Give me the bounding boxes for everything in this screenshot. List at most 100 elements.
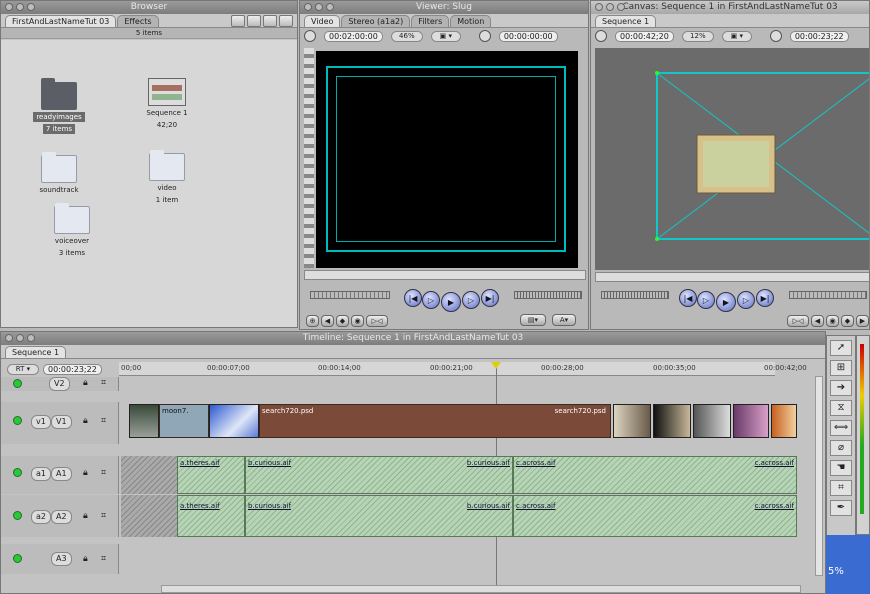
timeline-vertical-scrollbar[interactable] bbox=[815, 376, 823, 576]
canvas-play-button[interactable]: ▶ bbox=[716, 292, 736, 312]
mark-clip-button[interactable]: ◆ bbox=[336, 315, 349, 327]
viewer-timecode[interactable]: 00:00:00:00 bbox=[498, 30, 558, 42]
viewer-jog[interactable] bbox=[514, 291, 582, 299]
window-controls[interactable] bbox=[304, 3, 334, 11]
track-visibility-icon[interactable] bbox=[13, 416, 22, 425]
viewer-scrubber[interactable] bbox=[304, 270, 586, 280]
play-button[interactable]: ▶ bbox=[441, 292, 461, 312]
canvas-next-edit-button[interactable]: ▶| bbox=[756, 289, 774, 307]
rt-popup[interactable]: RT ▾ bbox=[7, 363, 39, 375]
window-controls[interactable] bbox=[5, 334, 35, 342]
viewer-view-popup[interactable]: ▣ ▾ bbox=[430, 30, 461, 42]
close-button[interactable] bbox=[595, 3, 603, 11]
canvas-scrubber[interactable] bbox=[595, 272, 869, 282]
timeline-ruler[interactable]: 00;00 00:00:07;00 00:00:14;00 00:00:21;0… bbox=[119, 362, 807, 376]
edit-select-tool-icon[interactable]: ⊞ bbox=[830, 360, 852, 376]
bin-voiceover[interactable]: voiceover 3 items bbox=[39, 203, 105, 258]
generator-button[interactable]: A▾ bbox=[552, 314, 576, 326]
zoom-button[interactable] bbox=[326, 3, 334, 11]
lock-icon[interactable]: 🔒︎ bbox=[83, 468, 88, 478]
canvas-play-around-button[interactable]: ▷ bbox=[737, 291, 755, 309]
close-button[interactable] bbox=[304, 3, 312, 11]
tab-effects[interactable]: Effects bbox=[117, 15, 159, 27]
pen-tool-icon[interactable]: ✒ bbox=[830, 500, 852, 516]
lock-icon[interactable]: 🔒︎ bbox=[83, 416, 88, 426]
tab-motion[interactable]: Motion bbox=[450, 15, 492, 27]
track-visibility-icon[interactable] bbox=[13, 379, 22, 388]
lock-icon[interactable]: 🔒︎ bbox=[83, 511, 88, 521]
match-frame-button[interactable]: ▷◁ bbox=[366, 315, 388, 327]
canvas-zoom-popup[interactable]: 12% bbox=[681, 30, 714, 42]
browser-titlebar[interactable]: Browser bbox=[1, 1, 297, 14]
lock-icon[interactable]: 🔒︎ bbox=[83, 554, 88, 564]
timeline-horizontal-scrollbar[interactable] bbox=[161, 585, 801, 593]
audio-clip-a1-across[interactable]: c.across.aif c.across.aif bbox=[513, 456, 797, 494]
tab-project[interactable]: FirstAndLastNameTut 03 bbox=[5, 15, 117, 27]
dest-track-a3[interactable]: A3 bbox=[51, 552, 72, 566]
link-icon[interactable]: ⌗ bbox=[101, 468, 106, 478]
zoom-button[interactable] bbox=[27, 3, 35, 11]
canvas-prev-edit-button[interactable]: |◀ bbox=[679, 289, 697, 307]
canvas-mark-in-button[interactable]: ◀ bbox=[811, 315, 824, 327]
clip-thumbnail[interactable] bbox=[129, 404, 159, 438]
canvas-wireframe[interactable] bbox=[595, 48, 870, 270]
playhead-marker-icon[interactable] bbox=[491, 362, 501, 369]
mark-in-button[interactable]: ◀ bbox=[321, 315, 334, 327]
zoom-button[interactable] bbox=[617, 3, 625, 11]
clip-thumbnail[interactable] bbox=[693, 404, 731, 438]
audio-clip-a1-theres[interactable]: a.theres.aif bbox=[177, 456, 245, 494]
roll-tool-icon[interactable]: ⧖ bbox=[830, 400, 852, 416]
source-track-a2[interactable]: a2 bbox=[31, 510, 51, 524]
crop-tool-icon[interactable]: ⌗ bbox=[830, 480, 852, 496]
hand-tool-icon[interactable]: ☚ bbox=[830, 460, 852, 476]
prev-edit-button[interactable]: |◀ bbox=[404, 289, 422, 307]
play-around-button[interactable]: ▷ bbox=[462, 291, 480, 309]
clip-thumbnail[interactable] bbox=[613, 404, 651, 438]
link-icon[interactable]: ⌗ bbox=[101, 511, 106, 521]
slip-tool-icon[interactable]: ⟺ bbox=[830, 420, 852, 436]
view-columns-button[interactable] bbox=[279, 15, 293, 27]
clip-thumbnail[interactable] bbox=[653, 404, 691, 438]
sequence-1-item[interactable]: Sequence 1 42;20 bbox=[134, 78, 200, 130]
canvas-timecode[interactable]: 00:00:23;22 bbox=[789, 30, 849, 42]
view-list-button[interactable] bbox=[247, 15, 261, 27]
canvas-play-in-out-button[interactable]: ▷ bbox=[697, 291, 715, 309]
viewer-duration[interactable]: 00:02:00:00 bbox=[324, 30, 383, 42]
dest-track-a2[interactable]: A2 bbox=[51, 510, 72, 524]
minimize-button[interactable] bbox=[16, 3, 24, 11]
bin-video[interactable]: video 1 item bbox=[134, 150, 200, 205]
audio-clip-a2-across[interactable]: c.across.aif c.across.aif bbox=[513, 495, 797, 537]
marker-button[interactable]: ◉ bbox=[351, 315, 364, 327]
viewer-zoom-popup[interactable]: 46% bbox=[390, 30, 423, 42]
recent-clips-button[interactable]: ▤▾ bbox=[520, 314, 546, 326]
view-large-button[interactable] bbox=[263, 15, 277, 27]
source-track-v1[interactable]: v1 bbox=[31, 415, 51, 429]
link-icon[interactable]: ⌗ bbox=[101, 416, 106, 426]
minimize-button[interactable] bbox=[606, 3, 614, 11]
tab-sequence-1[interactable]: Sequence 1 bbox=[595, 15, 657, 27]
source-track-a1[interactable]: a1 bbox=[31, 467, 51, 481]
window-controls[interactable] bbox=[595, 3, 625, 11]
tab-stereo[interactable]: Stereo (a1a2) bbox=[341, 15, 411, 27]
link-icon[interactable]: ⌗ bbox=[101, 378, 106, 388]
video-clip-moon[interactable]: moon7. bbox=[159, 404, 209, 438]
view-icons-button[interactable] bbox=[231, 15, 245, 27]
viewer-shuttle[interactable] bbox=[310, 291, 390, 299]
tab-sequence-1[interactable]: Sequence 1 bbox=[5, 346, 67, 358]
canvas-duration[interactable]: 00:00:42;20 bbox=[615, 30, 674, 42]
insert-button[interactable]: ⊕ bbox=[306, 315, 319, 327]
canvas-titlebar[interactable]: Canvas: Sequence 1 in FirstAndLastNameTu… bbox=[591, 1, 869, 14]
next-edit-button[interactable]: ▶| bbox=[481, 289, 499, 307]
window-controls[interactable] bbox=[5, 3, 35, 11]
clip-thumbnail[interactable] bbox=[209, 404, 259, 438]
dest-track-a1[interactable]: A1 bbox=[51, 467, 72, 481]
link-icon[interactable]: ⌗ bbox=[101, 554, 106, 564]
track-select-tool-icon[interactable]: ➔ bbox=[830, 380, 852, 396]
canvas-mark-clip-button[interactable]: ◆ bbox=[841, 315, 854, 327]
canvas-jog[interactable] bbox=[601, 291, 669, 299]
bin-soundtrack[interactable]: soundtrack bbox=[26, 152, 92, 195]
audio-enable-icon[interactable] bbox=[13, 511, 22, 520]
audio-clip-a2-curious[interactable]: b.curious.aif b.curious.aif bbox=[245, 495, 513, 537]
clip-thumbnail[interactable] bbox=[771, 404, 797, 438]
audio-clip-a2-theres[interactable]: a.theres.aif bbox=[177, 495, 245, 537]
